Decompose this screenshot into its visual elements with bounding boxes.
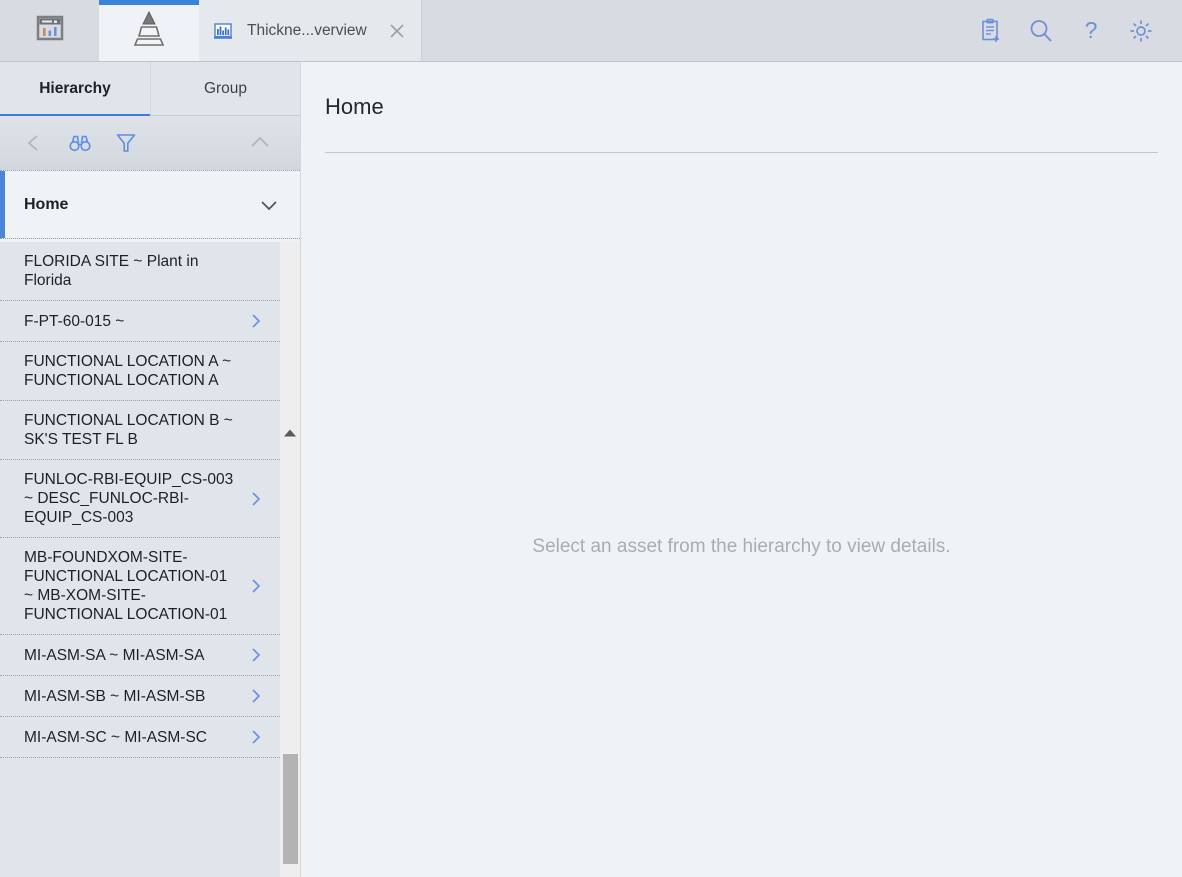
- list-item-label: MI-ASM-SA ~ MI-ASM-SA: [24, 646, 205, 664]
- hierarchy-root-label: Home: [24, 195, 69, 213]
- hierarchy-list-viewport: FLORIDA SITE ~ Plant in Florida F-PT-60-0…: [0, 242, 300, 877]
- back-chevron-icon[interactable]: [14, 123, 54, 163]
- top-bar: Thickne...verview ?: [0, 0, 1182, 62]
- list-item-label: FUNCTIONAL LOCATION B ~ SK'S TEST FL B: [24, 412, 233, 448]
- tab-group-label: Group: [203, 79, 248, 97]
- list-item-label: FLORIDA SITE ~ Plant in Florida: [24, 253, 199, 289]
- list-item-label: MI-ASM-SC ~ MI-ASM-SC: [24, 728, 207, 746]
- list-item[interactable]: MI-ASM-SC ~ MI-ASM-SC: [0, 717, 280, 758]
- list-item-label: FUNLOC-RBI-EQUIP_CS-003 ~ DESC_FUNLOC-RB…: [24, 471, 234, 526]
- hierarchy-sidebar: Hierarchy Group Home FLORIDA SITE ~ Plan…: [0, 62, 300, 877]
- list-item-label: F-PT-60-015 ~: [24, 312, 125, 330]
- new-document-icon[interactable]: [976, 16, 1006, 46]
- hierarchy-scrollbar-thumb[interactable]: [283, 754, 298, 864]
- chevron-down-icon[interactable]: [258, 194, 280, 216]
- list-item[interactable]: F-PT-60-015 ~: [0, 301, 280, 342]
- empty-state-message: Select an asset from the hierarchy to vi…: [532, 536, 951, 557]
- module-tab-asset-hierarchy[interactable]: [99, 0, 199, 61]
- title-divider: [325, 152, 1158, 153]
- dashboard-icon: [33, 11, 67, 50]
- list-item[interactable]: FUNCTIONAL LOCATION A ~ FUNCTIONAL LOCAT…: [0, 342, 280, 401]
- list-item[interactable]: MB-FOUNDXOM-SITE-FUNCTIONAL LOCATION-01 …: [0, 538, 280, 635]
- settings-gear-icon[interactable]: [1126, 16, 1156, 46]
- search-icon[interactable]: [1026, 16, 1056, 46]
- svg-text:?: ?: [1085, 17, 1098, 43]
- chevron-right-icon[interactable]: [246, 727, 266, 747]
- binoculars-icon[interactable]: [60, 123, 100, 163]
- top-bar-spacer: [422, 0, 976, 61]
- document-tab[interactable]: Thickne...verview: [199, 0, 422, 61]
- list-item-label: MI-ASM-SB ~ MI-ASM-SB: [24, 687, 206, 705]
- tab-hierarchy-label: Hierarchy: [39, 79, 111, 97]
- list-item[interactable]: FUNLOC-RBI-EQUIP_CS-003 ~ DESC_FUNLOC-RB…: [0, 460, 280, 538]
- hierarchy-toolbar: [0, 116, 300, 171]
- chevron-right-icon[interactable]: [246, 311, 266, 331]
- list-item[interactable]: FLORIDA SITE ~ Plant in Florida: [0, 242, 280, 301]
- scroll-up-arrow-icon[interactable]: [280, 422, 300, 444]
- chevron-right-icon[interactable]: [246, 686, 266, 706]
- app-home-button[interactable]: [0, 0, 99, 61]
- top-bar-actions: ?: [976, 0, 1182, 61]
- chevron-right-icon[interactable]: [246, 645, 266, 665]
- filter-funnel-icon[interactable]: [106, 123, 146, 163]
- collapse-up-chevron-icon[interactable]: [240, 123, 280, 163]
- bar-chart-icon: [213, 21, 233, 41]
- list-item[interactable]: MI-ASM-SA ~ MI-ASM-SA: [0, 635, 280, 676]
- sidebar-tabs: Hierarchy Group: [0, 62, 300, 116]
- tab-group[interactable]: Group: [150, 62, 300, 115]
- list-item[interactable]: MI-ASM-SB ~ MI-ASM-SB: [0, 676, 280, 717]
- main-content: Home Select an asset from the hierarchy …: [301, 62, 1182, 877]
- document-tab-label: Thickne...verview: [247, 21, 367, 39]
- list-item[interactable]: FUNCTIONAL LOCATION B ~ SK'S TEST FL B: [0, 401, 280, 460]
- hierarchy-scrollbar[interactable]: [280, 422, 300, 877]
- list-item-label: MB-FOUNDXOM-SITE-FUNCTIONAL LOCATION-01 …: [24, 549, 228, 623]
- hierarchy-list: FLORIDA SITE ~ Plant in Florida F-PT-60-0…: [0, 242, 280, 877]
- page-title: Home: [325, 94, 384, 119]
- pyramid-icon: [130, 8, 168, 53]
- tab-hierarchy[interactable]: Hierarchy: [0, 62, 150, 116]
- chevron-right-icon[interactable]: [246, 489, 266, 509]
- close-icon[interactable]: [387, 21, 407, 41]
- help-icon[interactable]: ?: [1076, 16, 1106, 46]
- hierarchy-root-home[interactable]: Home: [0, 171, 300, 239]
- list-item-label: FUNCTIONAL LOCATION A ~ FUNCTIONAL LOCAT…: [24, 353, 232, 389]
- chevron-right-icon[interactable]: [246, 576, 266, 596]
